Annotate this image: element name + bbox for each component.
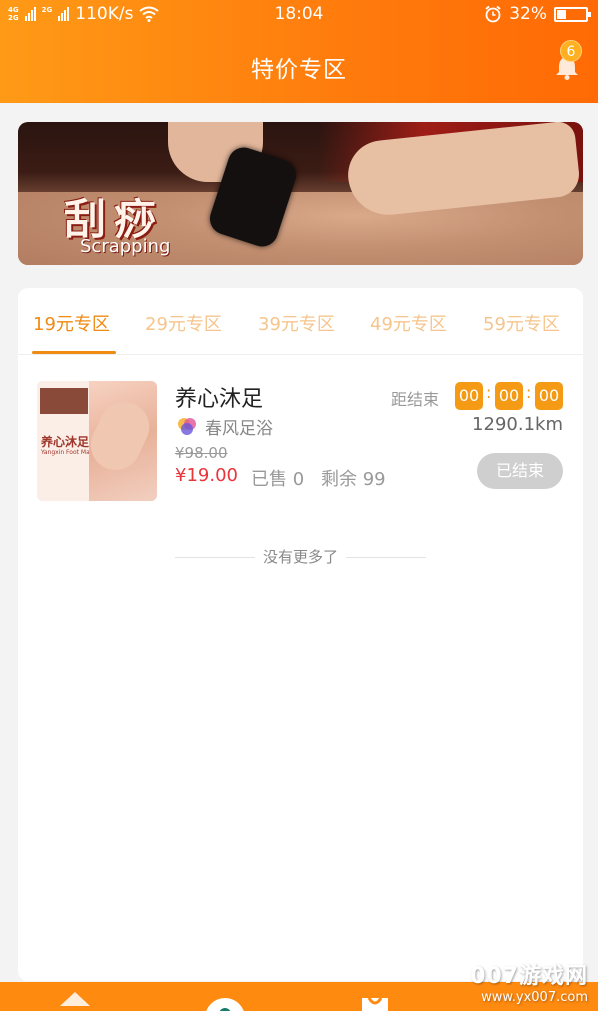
watermark: 007游戏网 www.yx007.com [470,958,588,1005]
countdown-seconds: 00 [535,382,563,410]
original-price: ¥98.00 [175,444,228,462]
price-tabs: 19元专区 29元专区 39元专区 49元专区 59元专区 [18,288,583,355]
tab-49[interactable]: 49元专区 [370,310,447,336]
notification-badge: 6 [560,40,582,62]
home-icon[interactable] [58,990,92,1011]
sold-count: 已售 0 [251,469,305,490]
promo-banner[interactable]: 刮痧 Scrapping [18,122,583,265]
no-more-divider: 没有更多了 [18,546,583,570]
deal-name: 养心沐足 [175,387,264,412]
tab-19[interactable]: 19元专区 [33,310,110,336]
ended-button[interactable]: 已结束 [477,453,563,489]
battery-percent: 32% [509,4,547,24]
thumb-logo [40,388,88,414]
deal-item[interactable]: 养心沐足 Yangxin Foot Massage 养心沐足 春风足浴 ¥98.… [18,356,583,516]
tab-39[interactable]: 39元专区 [258,310,335,336]
deals-card: 19元专区 29元专区 39元专区 49元专区 59元专区 养心沐足 Yangx… [18,288,583,981]
battery-icon [554,6,591,22]
countdown-separator: : [486,383,492,402]
banner-subtitle: Scrapping [80,236,171,257]
shopping-bag-icon[interactable] [358,994,392,1011]
countdown-separator: : [526,383,532,402]
page-title: 特价专区 [251,57,347,83]
deal-thumbnail: 养心沐足 Yangxin Foot Massage [37,381,157,501]
distance: 1290.1km [472,414,563,435]
sale-price: ¥19.00 [175,465,238,486]
countdown-minutes: 00 [495,382,523,410]
watermark-brand: 007游戏网 [470,964,588,989]
countdown-hours: 00 [455,382,483,410]
shop-logo-icon [178,418,196,435]
no-more-text: 没有更多了 [262,548,338,566]
thumb-title: 养心沐足 [41,435,90,449]
remaining-count: 剩余 99 [321,469,386,490]
countdown-label: 距结束 [391,390,440,409]
status-bar: 4G 2G 2G 110K/s 18:04 32% [0,0,598,30]
tab-59[interactable]: 59元专区 [483,310,560,336]
nearby-icon[interactable] [203,996,247,1011]
alarm-icon [485,5,501,23]
tab-29[interactable]: 29元专区 [145,310,222,336]
app-header: 4G 2G 2G 110K/s 18:04 32% 特价专区 [0,0,598,103]
watermark-url: www.yx007.com [481,990,588,1005]
shop-name: 春风足浴 [205,419,273,439]
active-tab-indicator [32,351,116,354]
